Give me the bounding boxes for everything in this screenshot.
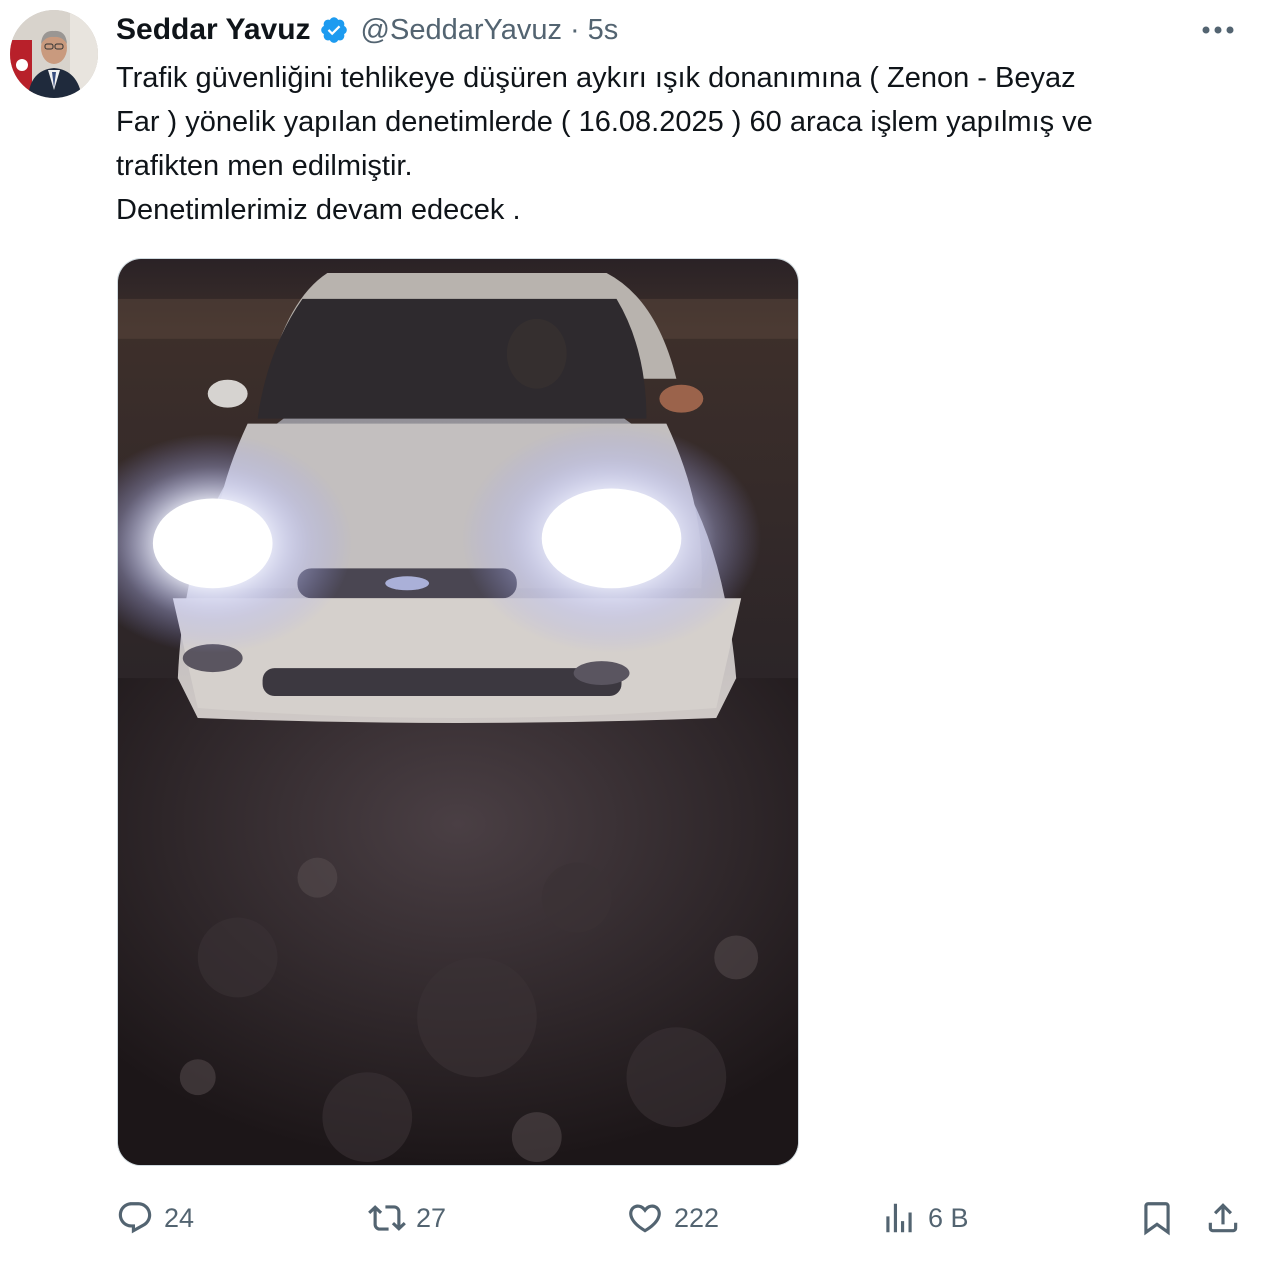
bookmark-icon: [1138, 1199, 1176, 1237]
reply-icon: [116, 1199, 154, 1237]
handle[interactable]: @SeddarYavuz: [361, 14, 562, 47]
retweet-count: 27: [416, 1202, 447, 1233]
share-icon: [1204, 1199, 1242, 1237]
tweet-text-line: Denetimlerimiz devam edecek .: [116, 194, 521, 226]
more-options-button[interactable]: [1196, 14, 1240, 46]
reply-button[interactable]: 24: [116, 1190, 194, 1246]
retweet-icon: [368, 1199, 406, 1237]
tweet-photo[interactable]: [117, 258, 799, 1166]
tweet-text-line: Trafik güvenliğini tehlikeye düşüren ayk…: [116, 62, 1076, 94]
tweet-card: Seddar Yavuz @SeddarYavuz · 5s Trafik gü…: [0, 0, 1280, 1264]
tweet-header: Seddar Yavuz @SeddarYavuz · 5s: [116, 8, 618, 52]
like-count: 222: [674, 1202, 720, 1233]
tweet-text-line: Far ) yönelik yapılan denetimlerde ( 16.…: [116, 106, 1093, 138]
reply-count: 24: [164, 1202, 195, 1233]
share-button[interactable]: [1204, 1190, 1242, 1246]
tweet-text: Trafik güvenliğini tehlikeye düşüren ayk…: [116, 56, 1256, 232]
more-dots-icon: [1202, 26, 1234, 34]
like-button[interactable]: 222: [626, 1190, 719, 1246]
views-icon: [880, 1199, 918, 1237]
avatar[interactable]: [10, 10, 98, 98]
separator-dot: ·: [569, 13, 580, 46]
bookmark-button[interactable]: [1138, 1190, 1176, 1246]
retweet-button[interactable]: 27: [368, 1190, 446, 1246]
views-button[interactable]: 6 B: [880, 1190, 969, 1246]
action-bar: 24 27 222 6 B: [0, 1190, 1280, 1246]
heart-icon: [626, 1199, 664, 1237]
avatar-image: [10, 10, 98, 98]
tweet-text-line: trafikten men edilmiştir.: [116, 150, 413, 182]
views-count: 6 B: [928, 1202, 969, 1233]
timestamp[interactable]: 5s: [588, 14, 619, 47]
display-name[interactable]: Seddar Yavuz: [116, 13, 311, 47]
verified-badge-icon: [319, 15, 349, 45]
car-headlights-photo: [118, 259, 798, 1165]
